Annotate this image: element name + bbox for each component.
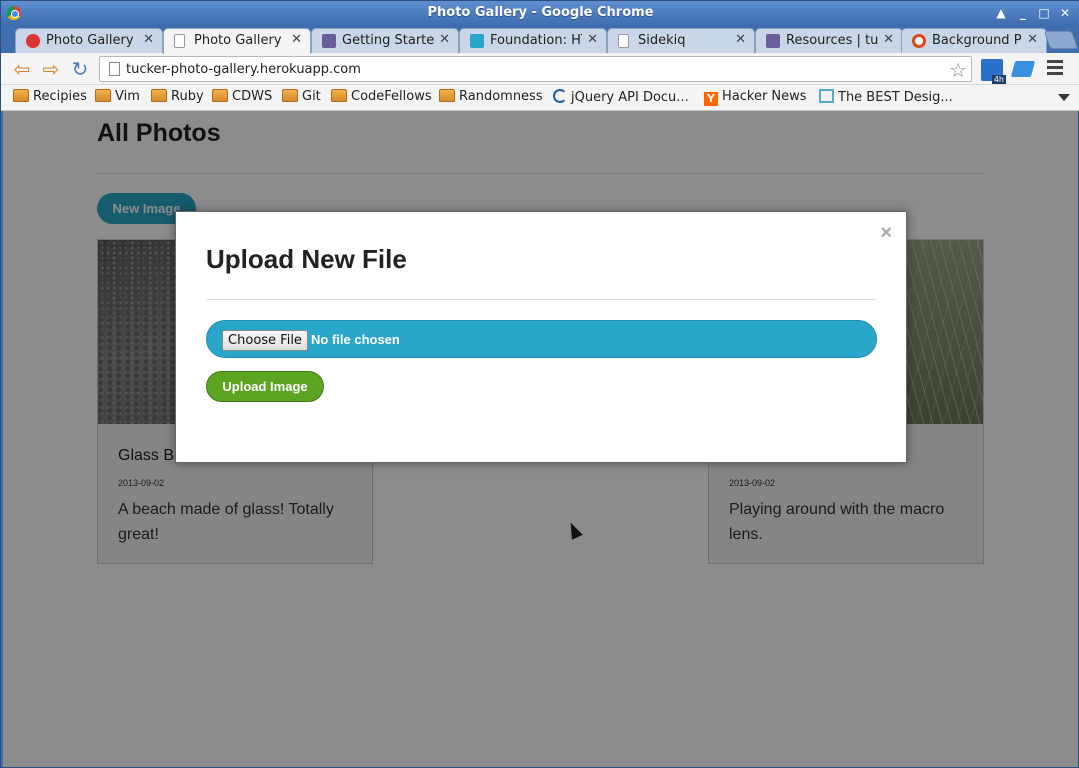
window-title: Photo Gallery - Google Chrome	[427, 5, 654, 20]
jquery-icon	[553, 89, 567, 103]
url-text[interactable]: tucker-photo-gallery.herokuapp.com	[126, 62, 361, 77]
bookmark-jquery-api[interactable]: jQuery API Docu...	[553, 89, 689, 105]
divider	[206, 299, 877, 300]
page-viewport: All Photos New Image Glass B 2013-09-02 …	[3, 111, 1078, 767]
bookmark-label: CodeFellows	[351, 89, 432, 104]
tab-resources[interactable]: Resources | tuc ✕	[755, 28, 903, 53]
back-arrow-icon[interactable]: ⇦	[11, 58, 33, 80]
tab-label: Photo Gallery	[194, 33, 282, 48]
bookmark-folder-cdws[interactable]: CDWS	[212, 89, 272, 104]
reload-icon[interactable]: ↻	[69, 58, 91, 80]
file-input[interactable]: Choose File No file chosen	[206, 320, 877, 358]
tab-label: Resources | tuc	[786, 33, 878, 48]
bookmarks-bar: Recipies Vim Ruby CDWS Git CodeFellows R…	[1, 85, 1079, 111]
bookmark-folder-git[interactable]: Git	[282, 89, 321, 104]
title-bar[interactable]: Photo Gallery - Google Chrome ▲ _ □ ✕	[1, 1, 1079, 25]
tab-close-icon[interactable]: ✕	[143, 32, 154, 47]
tab-close-icon[interactable]: ✕	[1027, 32, 1038, 47]
bookmark-best-design[interactable]: The BEST Desig...	[819, 89, 953, 105]
bookmark-star-icon[interactable]: ☆	[949, 58, 967, 82]
bookmark-label: CDWS	[232, 89, 273, 104]
bookmarks-overflow-chevron-icon[interactable]	[1058, 94, 1070, 101]
folder-icon	[439, 89, 455, 102]
browser-window: Photo Gallery - Google Chrome ▲ _ □ ✕ Ph…	[0, 0, 1079, 768]
tab-background[interactable]: Background Ph ✕	[901, 28, 1047, 53]
choose-file-button[interactable]: Choose File	[222, 330, 308, 351]
bookmark-label: Vim	[115, 89, 140, 104]
tab-foundation[interactable]: Foundation: HT ✕	[459, 28, 607, 53]
folder-icon	[151, 89, 167, 102]
tab-label: Sidekiq	[638, 33, 686, 48]
tab-close-icon[interactable]: ✕	[291, 32, 302, 47]
ycombinator-icon: Y	[704, 92, 718, 106]
tab-getting-started[interactable]: Getting Startec ✕	[311, 28, 459, 53]
extension-icon[interactable]	[1010, 61, 1036, 77]
calendar-extension-icon[interactable]: 4h	[981, 59, 1006, 84]
bookmark-folder-ruby[interactable]: Ruby	[151, 89, 204, 104]
extension-badge: 4h	[991, 75, 1006, 84]
bookmark-folder-vim[interactable]: Vim	[95, 89, 140, 104]
bookmark-label: Ruby	[171, 89, 204, 104]
tab-photo-gallery-1[interactable]: Photo Gallery ✕	[15, 28, 163, 53]
foundation-icon	[470, 34, 484, 48]
bookmark-label: Randomness	[459, 89, 543, 104]
upload-modal: × Upload New File Choose File No file ch…	[175, 211, 907, 463]
tab-close-icon[interactable]: ✕	[735, 32, 746, 47]
tab-close-icon[interactable]: ✕	[587, 32, 598, 47]
address-bar[interactable]: tucker-photo-gallery.herokuapp.com ☆	[99, 56, 972, 82]
bookmark-label: The BEST Desig...	[838, 90, 953, 105]
file-status-text: No file chosen	[311, 332, 400, 347]
tab-close-icon[interactable]: ✕	[439, 32, 450, 47]
folder-icon	[212, 89, 228, 102]
folder-icon	[13, 89, 29, 102]
page-icon	[618, 34, 629, 48]
bookmark-label: Hacker News	[722, 89, 807, 104]
close-icon[interactable]: ×	[880, 222, 892, 245]
browser-toolbar: ⇦ ⇨ ↻ tucker-photo-gallery.herokuapp.com…	[1, 53, 1079, 85]
folder-icon	[95, 89, 111, 102]
bookmark-hacker-news[interactable]: Y Hacker News	[704, 89, 807, 106]
tab-label: Background Ph	[932, 33, 1022, 48]
chrome-menu-icon[interactable]	[1047, 60, 1063, 76]
bookmark-label: Recipies	[33, 89, 87, 104]
bookmark-folder-randomness[interactable]: Randomness	[439, 89, 543, 104]
tab-photo-gallery-active[interactable]: Photo Gallery ✕	[163, 28, 311, 54]
tab-label: Getting Startec	[342, 33, 434, 48]
red-shield-icon	[26, 34, 40, 48]
tab-close-icon[interactable]: ✕	[883, 32, 894, 47]
ubuntu-icon	[912, 34, 926, 48]
tab-sidekiq[interactable]: Sidekiq ✕	[607, 28, 755, 53]
modal-title: Upload New File	[206, 244, 407, 274]
bookmark-folder-recipies[interactable]: Recipies	[13, 89, 87, 104]
window-up-icon[interactable]: ▲	[993, 5, 1009, 21]
page-icon	[109, 62, 120, 76]
heroku-icon	[322, 34, 336, 48]
bookmark-label: jQuery API Docu...	[571, 90, 689, 105]
tab-label: Foundation: HT	[490, 33, 582, 48]
maximize-button[interactable]: □	[1036, 5, 1052, 21]
bookmark-folder-codefellows[interactable]: CodeFellows	[331, 89, 432, 104]
close-window-button[interactable]: ✕	[1057, 5, 1073, 21]
minimize-button[interactable]: _	[1015, 5, 1031, 21]
tab-strip: Photo Gallery ✕ Photo Gallery ✕ Getting …	[1, 25, 1079, 54]
page-icon	[174, 34, 185, 48]
forward-arrow-icon[interactable]: ⇨	[40, 58, 62, 80]
heroku-icon	[766, 34, 780, 48]
upload-image-button[interactable]: Upload Image	[206, 371, 324, 402]
new-tab-button[interactable]	[1043, 31, 1079, 49]
site-icon	[819, 89, 834, 103]
folder-icon	[282, 89, 298, 102]
tab-label: Photo Gallery	[46, 33, 134, 48]
bookmark-label: Git	[302, 89, 321, 104]
folder-icon	[331, 89, 347, 102]
